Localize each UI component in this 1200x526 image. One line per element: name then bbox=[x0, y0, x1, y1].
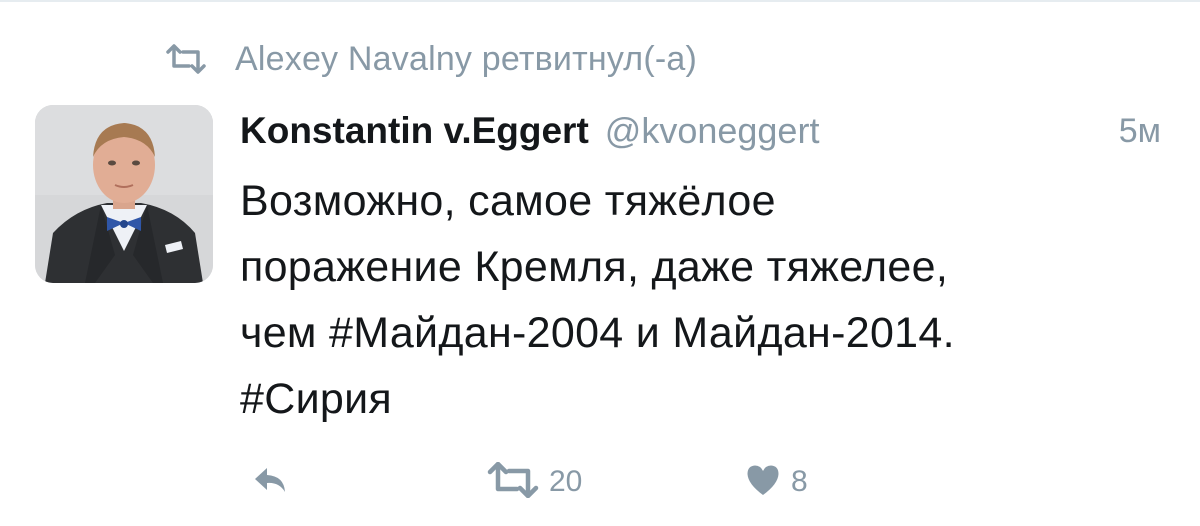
tweet-card[interactable]: Alexey Navalny ретвитнул(-а) Konstantin … bbox=[0, 0, 1200, 526]
tweet-actions: 20 8 bbox=[240, 457, 940, 507]
retweet-count: 20 bbox=[549, 465, 583, 498]
like-button[interactable]: 8 bbox=[745, 457, 808, 507]
retweet-icon bbox=[165, 44, 207, 74]
retweet-button[interactable]: 20 bbox=[487, 457, 582, 507]
reply-button[interactable] bbox=[252, 457, 288, 507]
retweeter-label[interactable]: Alexey Navalny ретвитнул(-а) bbox=[235, 40, 697, 79]
tweet-timestamp[interactable]: 5м bbox=[1119, 112, 1161, 151]
tweet-text-line: #Сирия bbox=[240, 375, 393, 423]
tweet-text-line: Возможно, самое тяжёлое bbox=[240, 177, 776, 225]
like-count: 8 bbox=[791, 465, 808, 498]
tweet-text-line: поражение Кремля, даже тяжелее, bbox=[240, 243, 949, 291]
tweet-text-line: чем #Майдан-2004 и Майдан-2014. bbox=[240, 309, 955, 357]
reply-icon bbox=[252, 464, 288, 501]
heart-icon bbox=[745, 463, 781, 502]
tweet-text: Возможно, самое тяжёлое поражение Кремля… bbox=[240, 168, 1180, 432]
tweet-header: Konstantin v.Eggert @kvoneggert 5м bbox=[240, 106, 1165, 156]
retweet-context: Alexey Navalny ретвитнул(-а) bbox=[165, 36, 697, 82]
retweet-icon bbox=[487, 461, 539, 503]
author-display-name[interactable]: Konstantin v.Eggert bbox=[240, 110, 589, 152]
author-handle[interactable]: @kvoneggert bbox=[605, 110, 820, 152]
avatar[interactable] bbox=[35, 105, 213, 283]
